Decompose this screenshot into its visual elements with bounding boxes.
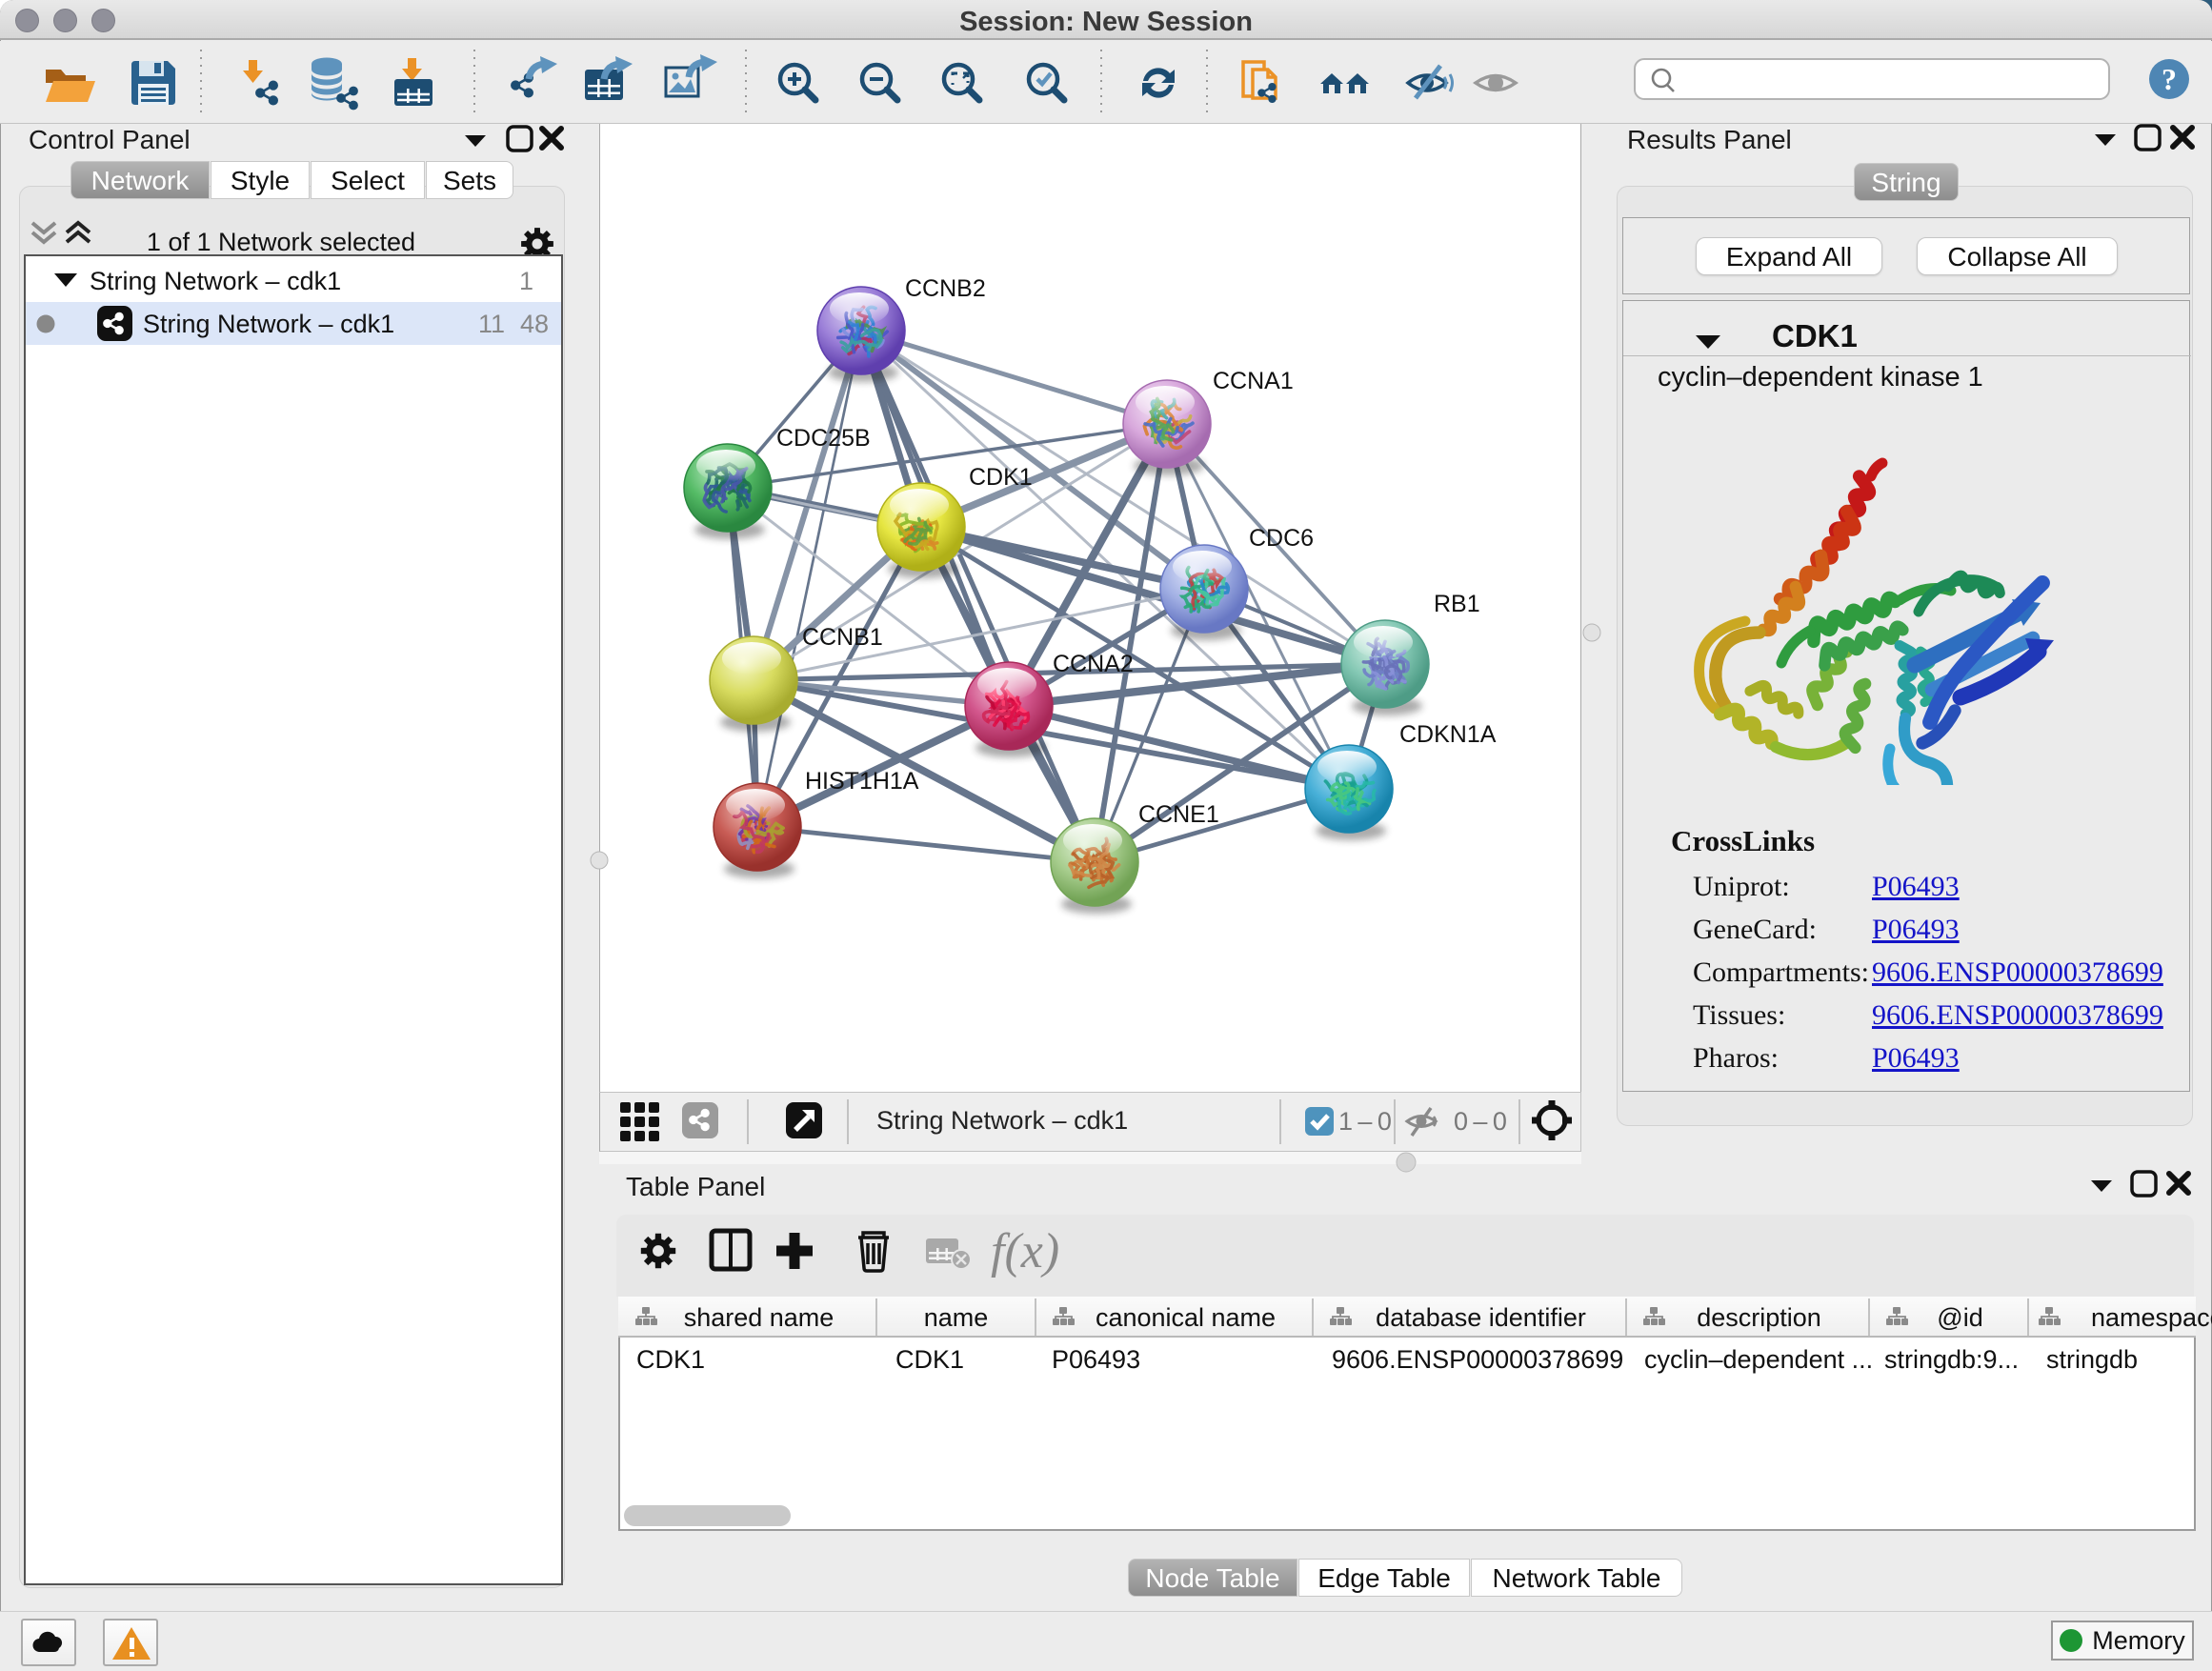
svg-text:CCNB1: CCNB1 (802, 624, 883, 651)
svg-text:0 – 0: 0 – 0 (1454, 1107, 1507, 1136)
svg-text:CDKN1A: CDKN1A (1399, 721, 1497, 748)
svg-text:RB1: RB1 (1434, 591, 1480, 617)
svg-text:CCNA2: CCNA2 (1053, 651, 1134, 677)
svg-text:String Network – cdk1: String Network – cdk1 (876, 1106, 1128, 1135)
svg-text:?: ? (2162, 62, 2177, 96)
svg-text:String Network – cdk1: String Network – cdk1 (90, 267, 341, 295)
svg-text:CCNB2: CCNB2 (905, 275, 986, 302)
svg-text:CDC25B: CDC25B (776, 425, 871, 452)
svg-text:1 – 0: 1 – 0 (1338, 1107, 1392, 1136)
svg-text:CCNE1: CCNE1 (1138, 801, 1219, 828)
svg-text:CDC6: CDC6 (1249, 525, 1314, 552)
svg-text:48: 48 (520, 310, 549, 338)
svg-text:11: 11 (478, 310, 505, 338)
svg-text:CDK1: CDK1 (969, 464, 1033, 491)
svg-text:CCNA1: CCNA1 (1213, 368, 1294, 394)
svg-text:HIST1H1A: HIST1H1A (805, 768, 919, 795)
svg-text:String Network – cdk1: String Network – cdk1 (143, 310, 394, 338)
svg-text:1: 1 (519, 267, 533, 295)
